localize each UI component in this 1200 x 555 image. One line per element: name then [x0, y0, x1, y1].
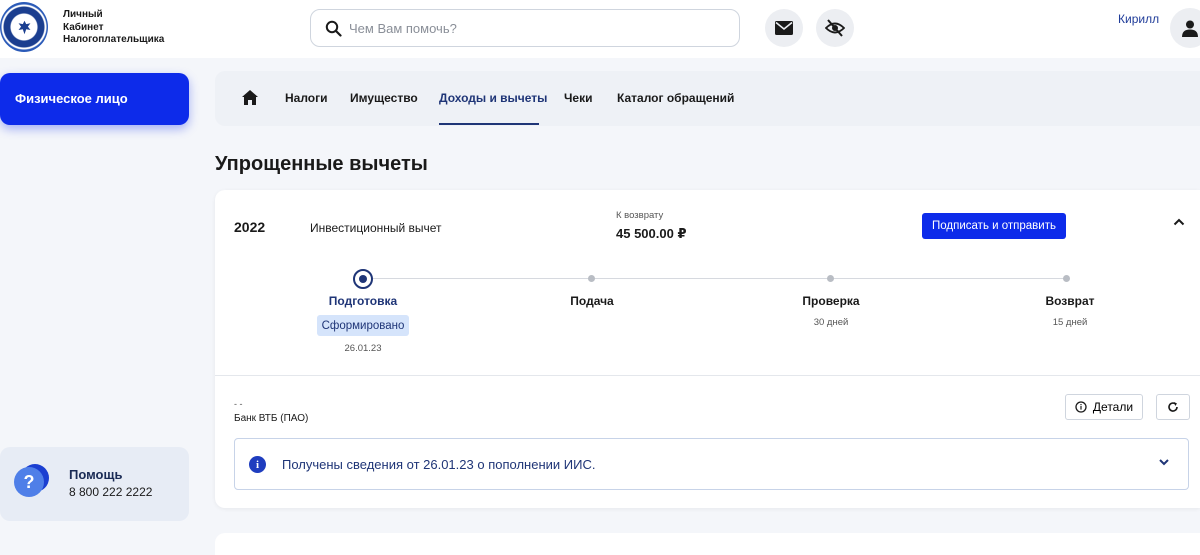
nav-item-requests[interactable]: Каталог обращений: [617, 91, 734, 105]
info-outline-icon: [1075, 401, 1087, 413]
search-icon: [325, 20, 342, 37]
nav-item-receipts[interactable]: Чеки: [564, 91, 593, 105]
refresh-icon: [1168, 402, 1178, 412]
nav-item-property[interactable]: Имущество: [350, 91, 418, 105]
step-label-review: Проверка: [802, 294, 860, 308]
step-label-refund: Возврат: [1045, 294, 1095, 308]
page-title: Упрощенные вычеты: [215, 153, 428, 175]
main-nav: Налоги Имущество Доходы и вычеты Чеки Ка…: [215, 71, 1200, 126]
progress-track: [363, 278, 1067, 279]
user-name[interactable]: Кирилл: [1118, 12, 1159, 26]
logo-text[interactable]: Личный Кабинет Налогоплательщика: [63, 9, 164, 47]
search-box[interactable]: [310, 9, 740, 47]
info-icon: i: [249, 456, 266, 473]
deduction-card: 2022 Инвестиционный вычет К возврату 45 …: [215, 190, 1200, 508]
bank-name: Банк ВТБ (ПАО): [234, 413, 309, 424]
svg-text:?: ?: [24, 472, 35, 492]
messages-button[interactable]: [765, 9, 803, 47]
status-badge: Сформировано: [317, 315, 409, 336]
logo-line: Личный: [63, 9, 103, 20]
refund-amount: 45 500.00 ₽: [616, 226, 687, 241]
chevron-up-icon: [1173, 218, 1185, 226]
step-marker: [588, 275, 595, 282]
step-marker-current: [353, 269, 373, 289]
eagle-icon: [18, 20, 31, 35]
sign-and-send-button[interactable]: Подписать и отправить: [922, 213, 1066, 239]
logo-line: Кабинет: [63, 21, 104, 33]
next-card: [215, 533, 1200, 555]
avatar[interactable]: [1170, 8, 1200, 48]
help-card[interactable]: ? Помощь 8 800 222 2222: [0, 447, 189, 521]
refresh-button[interactable]: [1156, 394, 1190, 420]
step-duration: 30 дней: [813, 317, 849, 328]
search-input[interactable]: [349, 10, 729, 46]
bank-account-placeholder: - -: [234, 399, 243, 409]
divider: [215, 375, 1200, 376]
refund-label: К возврату: [616, 210, 664, 221]
hide-values-button[interactable]: [816, 9, 854, 47]
user-icon: [1182, 20, 1198, 37]
step-label-submission: Подача: [570, 294, 614, 308]
chevron-down-icon[interactable]: [1158, 456, 1170, 468]
step-marker: [827, 275, 834, 282]
help-phone[interactable]: 8 800 222 2222: [69, 485, 152, 499]
help-icon: ?: [14, 464, 49, 497]
fns-logo[interactable]: [0, 2, 48, 52]
step-label-preparation: Подготовка: [328, 294, 398, 308]
home-icon[interactable]: [241, 89, 259, 106]
mail-icon: [775, 21, 793, 35]
header: Личный Кабинет Налогоплательщика Кирилл: [0, 0, 1200, 58]
active-tab-indicator: [439, 123, 539, 125]
collapse-button[interactable]: [1169, 212, 1189, 232]
deduction-type: Инвестиционный вычет: [310, 221, 442, 235]
step-marker: [1063, 275, 1070, 282]
person-type-button[interactable]: Физическое лицо: [0, 73, 189, 125]
nav-item-income[interactable]: Доходы и вычеты: [439, 91, 547, 105]
eye-off-icon: [825, 19, 845, 37]
nav-item-taxes[interactable]: Налоги: [285, 91, 328, 105]
step-date: 26.01.23: [344, 343, 382, 354]
help-title: Помощь: [69, 467, 123, 482]
logo-line: Налогоплательщика: [63, 34, 165, 45]
info-notification[interactable]: i Получены сведения от 26.01.23 о пополн…: [234, 438, 1189, 490]
deduction-year: 2022: [234, 219, 266, 235]
details-label: Детали: [1092, 400, 1134, 414]
info-message: Получены сведения от 26.01.23 о пополнен…: [282, 457, 596, 472]
step-duration: 15 дней: [1052, 317, 1088, 328]
details-button[interactable]: Детали: [1065, 394, 1143, 420]
